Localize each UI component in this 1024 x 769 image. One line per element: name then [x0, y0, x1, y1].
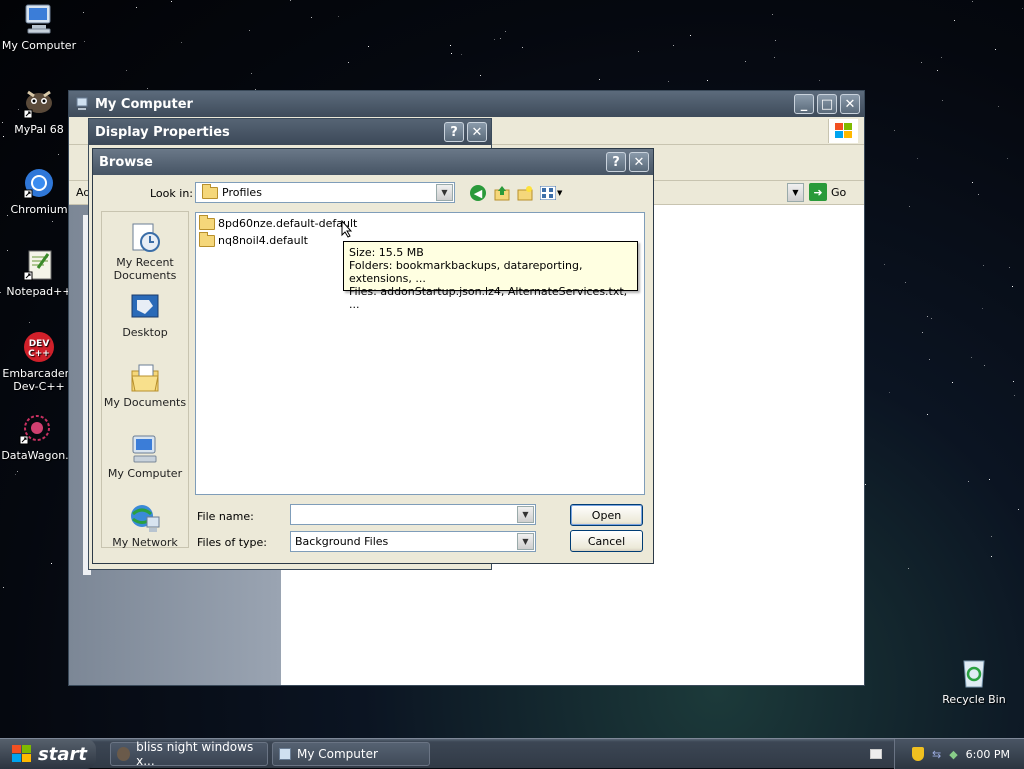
help-button[interactable]: ?: [606, 152, 626, 172]
devcpp-icon: DEV C++: [22, 330, 56, 364]
clock: 6:00 PM: [965, 747, 1010, 761]
look-in-label: Look in:: [150, 187, 193, 200]
browse-dialog[interactable]: Browse ? ✕ Look in: Profiles ▼ ◀ ▼ My Re…: [92, 148, 654, 564]
desktop-icon-chromium[interactable]: Chromium: [0, 166, 78, 216]
close-button[interactable]: ✕: [629, 152, 649, 172]
my-computer-icon: [279, 748, 291, 760]
my-computer-icon: [76, 97, 88, 110]
place-desktop[interactable]: Desktop: [102, 292, 188, 339]
windows-logo-icon: [828, 119, 858, 143]
place-my-computer[interactable]: My Computer: [102, 433, 188, 480]
network-icon[interactable]: ⇆: [932, 748, 941, 761]
place-my-documents[interactable]: My Documents: [102, 362, 188, 409]
places-bar: My Recent Documents Desktop My Documents…: [101, 211, 189, 549]
svg-text:C++: C++: [28, 349, 50, 359]
place-my-recent-documents[interactable]: My Recent Documents: [102, 222, 188, 282]
keyboard-icon[interactable]: [870, 749, 882, 759]
my-computer-titlebar[interactable]: My Computer _ □ ✕: [69, 91, 864, 117]
my-documents-icon: [129, 362, 161, 394]
recycle-bin-icon: [957, 656, 991, 690]
mouse-cursor-icon: [341, 219, 353, 241]
folder-icon: [202, 183, 218, 199]
display-properties-titlebar[interactable]: Display Properties ? ✕: [89, 119, 491, 145]
dialog-title: Browse: [99, 154, 153, 170]
my-computer-icon: [129, 433, 161, 465]
windows-logo-icon: [12, 745, 31, 762]
file-list[interactable]: 8pd60nze.default-default nq8noil4.defaul…: [195, 212, 645, 495]
folder-icon: [199, 214, 215, 230]
system-tray: ⇆ ◆ 6:00 PM: [894, 739, 1024, 769]
security-shield-icon[interactable]: [911, 747, 924, 761]
go-button[interactable]: ➜ Go: [809, 183, 846, 201]
file-name-field[interactable]: ▼: [290, 504, 536, 525]
window-title: Display Properties: [95, 124, 230, 140]
chevron-down-icon[interactable]: ▼: [436, 184, 453, 201]
address-dropdown-arrow[interactable]: ▼: [787, 183, 804, 202]
desktop-icon-mypal[interactable]: MyPal 68: [0, 86, 78, 136]
minimize-button[interactable]: _: [794, 94, 814, 114]
tooltip-size: Size: 15.5 MB: [349, 246, 424, 259]
taskbar-item-bliss[interactable]: bliss night windows x...: [110, 740, 268, 768]
start-button[interactable]: start: [0, 739, 96, 769]
mypal-icon: [22, 86, 56, 120]
tooltip-files: Files: addonStartup.json.lz4, AlternateS…: [349, 285, 628, 311]
recent-documents-icon: [129, 222, 161, 254]
taskbar: start bliss night windows x... My Comput…: [0, 738, 1024, 769]
desktop-icon-my-computer[interactable]: My Computer: [0, 2, 78, 52]
place-my-network[interactable]: My Network: [102, 502, 188, 549]
desktop-icon-datawagon[interactable]: DataWagon.: [0, 412, 74, 462]
window-title: My Computer: [95, 96, 193, 112]
help-button[interactable]: ?: [444, 122, 464, 142]
close-button[interactable]: ✕: [840, 94, 860, 114]
files-of-type-label: Files of type:: [197, 536, 268, 549]
back-button[interactable]: ◀: [470, 185, 486, 201]
up-folder-icon[interactable]: [494, 185, 510, 201]
taskbar-item-my-computer[interactable]: My Computer: [272, 742, 430, 766]
maximize-button[interactable]: □: [817, 94, 837, 114]
file-name-label: File name:: [197, 510, 254, 523]
cancel-button[interactable]: Cancel: [570, 530, 643, 552]
desktop-icon-recycle-bin[interactable]: Recycle Bin: [935, 656, 1013, 706]
desktop-icon-devcpp[interactable]: DEV C++ Embarcadero Dev-C++: [0, 330, 78, 393]
new-folder-icon[interactable]: [517, 185, 533, 201]
list-item[interactable]: nq8noil4.default: [199, 231, 308, 247]
close-button[interactable]: ✕: [467, 122, 487, 142]
browse-titlebar[interactable]: Browse ? ✕: [93, 149, 653, 175]
go-arrow-icon: ➜: [809, 183, 827, 201]
chevron-down-icon[interactable]: ▼: [517, 533, 534, 550]
folder-icon: [199, 231, 215, 247]
my-network-icon: [129, 502, 161, 534]
svg-text:DEV: DEV: [29, 339, 50, 349]
chromium-icon: [22, 166, 56, 200]
volume-icon[interactable]: ◆: [949, 748, 957, 761]
desktop-icon: [129, 292, 161, 324]
datawagon-icon: [18, 412, 52, 446]
look-in-dropdown[interactable]: Profiles ▼: [195, 182, 455, 203]
desktop-icon-notepadpp[interactable]: Notepad++: [0, 248, 78, 298]
list-item[interactable]: 8pd60nze.default-default: [199, 214, 357, 230]
folder-tooltip: Size: 15.5 MB Folders: bookmarkbackups, …: [343, 241, 638, 311]
files-of-type-dropdown[interactable]: Background Files ▼: [290, 531, 536, 552]
notepadpp-icon: [22, 248, 56, 282]
open-button[interactable]: Open: [570, 504, 643, 526]
mypal-icon: [117, 747, 131, 761]
my-computer-icon: [22, 2, 56, 36]
tooltip-folders: Folders: bookmarkbackups, datareporting,…: [349, 259, 583, 285]
chevron-down-icon[interactable]: ▼: [517, 506, 534, 523]
views-menu-icon[interactable]: ▼: [540, 185, 564, 201]
